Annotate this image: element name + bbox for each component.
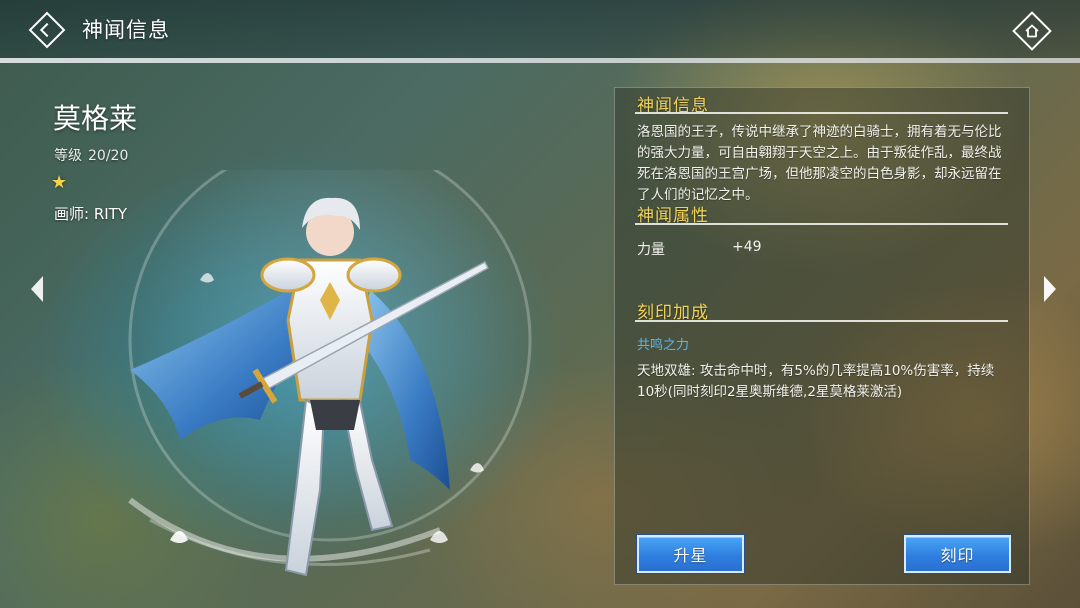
- upgrade-star-button[interactable]: 升星: [637, 535, 744, 573]
- seal-subtitle: 共鸣之力: [637, 338, 690, 353]
- home-button[interactable]: [1012, 11, 1052, 51]
- engrave-button[interactable]: 刻印: [904, 535, 1011, 573]
- diamond-home-icon: [1012, 11, 1052, 51]
- top-bar-divider: [0, 58, 1080, 63]
- hero-illustration: [128, 170, 532, 577]
- hero-name: 莫格莱: [53, 102, 138, 135]
- diamond-back-icon: [28, 11, 66, 49]
- seal-description: 天地双雄: 攻击命中时，有5%的几率提高10%伤害率，持续10秒(同时刻印2星奥…: [637, 363, 995, 400]
- section-divider: [635, 320, 1008, 322]
- hero-level: 等级 20/20: [54, 145, 128, 165]
- star-icon: ★: [51, 172, 68, 193]
- back-button[interactable]: [28, 11, 66, 49]
- section-divider: [635, 112, 1008, 114]
- page-title: 神闻信息: [82, 18, 170, 42]
- next-arrow-icon[interactable]: [1044, 276, 1056, 302]
- attribute-value: +49: [732, 239, 762, 255]
- prev-arrow-icon[interactable]: [31, 276, 43, 302]
- level-label: 等级: [54, 148, 82, 164]
- section-divider: [635, 223, 1008, 225]
- attribute-name: 力量: [637, 242, 665, 258]
- info-panel: 神闻信息 洛恩国的王子，传说中继承了神迹的白骑士，拥有着无与伦比的强大力量，可自…: [614, 87, 1030, 585]
- hero-description: 洛恩国的王子，传说中继承了神迹的白骑士，拥有着无与伦比的强大力量，可自由翱翔于天…: [637, 124, 1002, 203]
- level-value: 20/20: [88, 148, 129, 164]
